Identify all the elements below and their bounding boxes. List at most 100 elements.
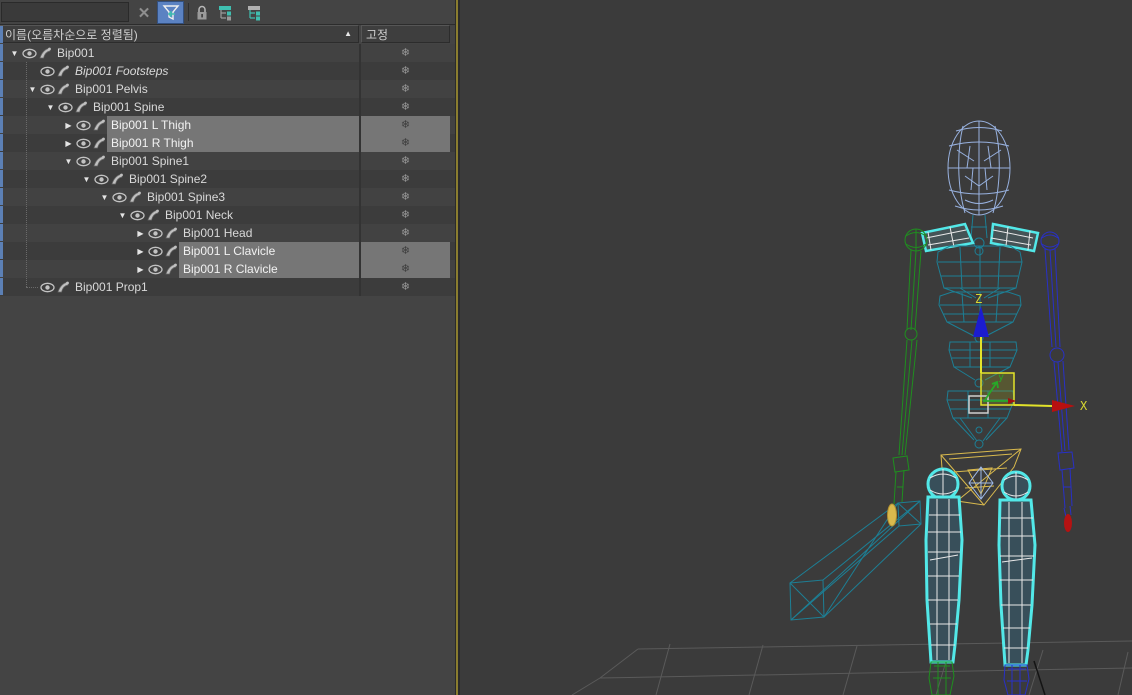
tree-row[interactable]: ▼ Bip001 Pelvis ❄ bbox=[0, 80, 455, 98]
frozen-cell[interactable]: ❄ bbox=[361, 152, 450, 170]
expand-arrow-icon[interactable]: ▼ bbox=[62, 157, 75, 166]
expand-arrow-icon[interactable]: ▼ bbox=[80, 175, 93, 184]
visibility-eye-icon[interactable] bbox=[57, 102, 73, 113]
tree-row[interactable]: ▶ Bip001 Head ❄ bbox=[0, 224, 455, 242]
bone-object-icon bbox=[55, 64, 71, 78]
biped-right-arm-wireframe[interactable] bbox=[1041, 232, 1074, 517]
tree-row[interactable]: Bip001 Footsteps ❄ bbox=[0, 62, 455, 80]
frozen-cell[interactable]: ❄ bbox=[361, 170, 450, 188]
frozen-cell[interactable]: ❄ bbox=[361, 116, 450, 134]
tree-row[interactable]: ▼ Bip001 Neck ❄ bbox=[0, 206, 455, 224]
tree-row[interactable]: Bip001 Prop1 ❄ bbox=[0, 278, 455, 296]
biped-right-clavicle-selected[interactable] bbox=[991, 224, 1038, 251]
visibility-eye-icon[interactable] bbox=[93, 174, 109, 185]
lock-button[interactable] bbox=[191, 1, 213, 24]
tree-row[interactable]: ▼ Bip001 Spine1 ❄ bbox=[0, 152, 455, 170]
divider-highlight-line bbox=[456, 0, 458, 695]
gizmo-x-shaft[interactable] bbox=[1014, 405, 1052, 406]
visibility-eye-icon[interactable] bbox=[21, 48, 37, 59]
expand-arrow-icon[interactable]: ▶ bbox=[62, 139, 75, 148]
tree-row[interactable]: ▼ Bip001 Spine2 ❄ bbox=[0, 170, 455, 188]
tree-row[interactable]: ▼ Bip001 ❄ bbox=[0, 44, 455, 62]
biped-left-foot-wireframe[interactable] bbox=[929, 662, 954, 695]
row-label-wrap: Bip001 bbox=[53, 44, 359, 62]
tree-row[interactable]: ▼ Bip001 Spine3 ❄ bbox=[0, 188, 455, 206]
visibility-eye-icon[interactable] bbox=[75, 156, 91, 167]
visibility-eye-icon[interactable] bbox=[75, 138, 91, 149]
biped-left-hand-finger[interactable] bbox=[888, 504, 897, 526]
expand-arrow-icon[interactable]: ▶ bbox=[134, 247, 147, 256]
frozen-cell[interactable]: ❄ bbox=[361, 242, 450, 260]
gizmo-x-arrowhead[interactable] bbox=[1052, 400, 1075, 412]
collapse-children-button[interactable] bbox=[244, 1, 270, 24]
column-header-frozen[interactable]: 고정 bbox=[361, 25, 450, 43]
expand-arrow-icon[interactable]: ▼ bbox=[26, 85, 39, 94]
frozen-cell[interactable]: ❄ bbox=[361, 260, 450, 278]
expand-arrow-icon[interactable]: ▼ bbox=[116, 211, 129, 220]
edge-highlight-segment bbox=[0, 206, 3, 223]
prop-box-wireframe[interactable] bbox=[790, 501, 921, 620]
expand-arrow-icon[interactable]: ▶ bbox=[134, 265, 147, 274]
visibility-eye-icon[interactable] bbox=[39, 84, 55, 95]
biped-right-foot-wireframe[interactable] bbox=[1004, 665, 1029, 695]
search-input[interactable] bbox=[1, 2, 129, 22]
visibility-eye-icon[interactable] bbox=[147, 264, 163, 275]
tree-row[interactable]: ▶ Bip001 R Thigh ❄ bbox=[0, 134, 455, 152]
edge-highlight-segment bbox=[0, 44, 3, 61]
frozen-cell[interactable]: ❄ bbox=[361, 188, 450, 206]
expand-arrow-icon[interactable]: ▼ bbox=[8, 49, 21, 58]
row-label-wrap: Bip001 Spine1 bbox=[107, 152, 359, 170]
frozen-cell[interactable]: ❄ bbox=[361, 206, 450, 224]
bone-object-icon bbox=[37, 46, 53, 60]
row-name-cell: Bip001 Footsteps bbox=[0, 62, 359, 80]
edge-highlight-segment bbox=[0, 98, 3, 115]
transform-gizmo[interactable]: Z y X bbox=[969, 292, 1088, 413]
visibility-eye-icon[interactable] bbox=[147, 246, 163, 257]
tree-row[interactable]: ▶ Bip001 L Thigh ❄ bbox=[0, 116, 455, 134]
tree-row[interactable]: ▼ Bip001 Spine ❄ bbox=[0, 98, 455, 116]
filter-button[interactable] bbox=[157, 1, 184, 24]
expand-arrow-icon[interactable]: ▼ bbox=[44, 103, 57, 112]
frozen-cell[interactable]: ❄ bbox=[361, 278, 450, 296]
visibility-eye-icon[interactable] bbox=[129, 210, 145, 221]
indent-spacer bbox=[0, 206, 116, 224]
visibility-eye-icon[interactable] bbox=[111, 192, 127, 203]
frozen-cell[interactable]: ❄ bbox=[361, 98, 450, 116]
frozen-cell[interactable]: ❄ bbox=[361, 224, 450, 242]
clear-search-button[interactable]: ✕ bbox=[132, 1, 156, 24]
biped-neck-wireframe[interactable] bbox=[971, 215, 987, 255]
biped-head-wireframe[interactable] bbox=[948, 121, 1010, 215]
tree-row[interactable]: ▶ Bip001 R Clavicle ❄ bbox=[0, 260, 455, 278]
row-label-wrap: Bip001 Spine2 bbox=[125, 170, 359, 188]
bone-object-icon bbox=[163, 226, 179, 240]
expand-arrow-icon[interactable]: ▼ bbox=[98, 193, 111, 202]
bone-object-icon bbox=[91, 136, 107, 150]
biped-spine-wireframe[interactable] bbox=[937, 246, 1022, 448]
frozen-cell[interactable]: ❄ bbox=[361, 44, 450, 62]
frozen-cell[interactable]: ❄ bbox=[361, 62, 450, 80]
tree-row[interactable]: ▶ Bip001 L Clavicle ❄ bbox=[0, 242, 455, 260]
edge-highlight-segment bbox=[0, 260, 3, 277]
biped-right-hand-fingertip[interactable] bbox=[1064, 514, 1072, 532]
visibility-eye-icon[interactable] bbox=[75, 120, 91, 131]
frozen-cell[interactable]: ❄ bbox=[361, 80, 450, 98]
tree-guide-line bbox=[26, 62, 27, 287]
expand-children-button[interactable] bbox=[215, 1, 241, 24]
expand-arrow-icon[interactable]: ▶ bbox=[134, 229, 147, 238]
viewport-canvas[interactable]: Z y X bbox=[460, 0, 1132, 695]
visibility-eye-icon[interactable] bbox=[39, 66, 55, 77]
biped-right-thigh-selected[interactable] bbox=[999, 472, 1035, 665]
sort-ascending-icon: ▲ bbox=[344, 29, 352, 38]
biped-left-thigh-selected[interactable] bbox=[926, 469, 962, 662]
biped-left-arm-wireframe[interactable] bbox=[893, 229, 927, 504]
edge-highlight-segment bbox=[0, 80, 3, 97]
snowflake-icon: ❄ bbox=[401, 152, 410, 170]
frozen-cell[interactable]: ❄ bbox=[361, 134, 450, 152]
visibility-eye-icon[interactable] bbox=[147, 228, 163, 239]
column-header-name[interactable]: 이름(오름차순으로 정렬됨) ▲ bbox=[0, 25, 359, 43]
explorer-toolbar: ✕ bbox=[0, 0, 455, 25]
visibility-eye-icon[interactable] bbox=[39, 282, 55, 293]
row-label: Bip001 Footsteps bbox=[75, 64, 168, 78]
expand-arrow-icon[interactable]: ▶ bbox=[62, 121, 75, 130]
indent-spacer bbox=[0, 62, 26, 80]
